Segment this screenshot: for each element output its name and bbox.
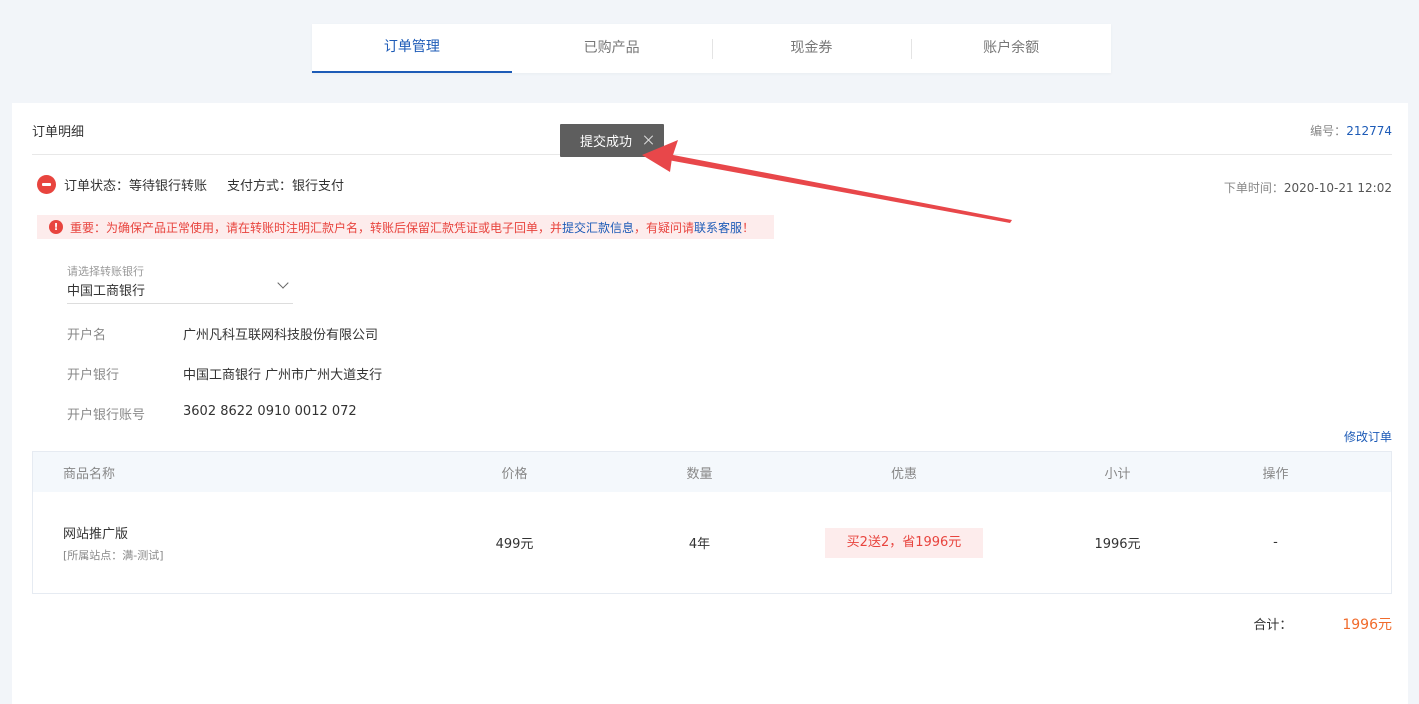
order-time-label: 下单时间： xyxy=(1223,181,1284,195)
success-toast: 提交成功 xyxy=(560,124,664,157)
page-title: 订单明细 xyxy=(32,125,85,140)
account-number-row: 开户银行账号 3602 8622 0910 0012 072 xyxy=(67,404,357,423)
order-number: 编号：212774 xyxy=(1310,122,1392,139)
warning-banner: ! 重要：为确保产品正常使用，请在转账时注明汇款户名，转账后保留汇款凭证或电子回… xyxy=(37,215,774,239)
account-bank-value: 中国工商银行 广州市广州大道支行 xyxy=(183,368,383,383)
order-detail-panel: 订单明细 编号：212774 订单状态：等待银行转账 支付方式：银行支付 下单时… xyxy=(12,103,1408,704)
price-cell: 499元 xyxy=(495,537,534,552)
order-status: 订单状态：等待银行转账 xyxy=(64,179,208,194)
modify-order-link[interactable]: 修改订单 xyxy=(1344,428,1392,445)
table-header: 商品名称 价格 数量 优惠 小计 操作 xyxy=(33,452,1391,492)
quantity-cell: 4年 xyxy=(688,537,711,552)
col-header-action: 操作 xyxy=(1262,466,1289,482)
account-name-label: 开户名 xyxy=(67,328,107,343)
minus-circle-icon xyxy=(37,175,56,194)
bank-select-label: 请选择转账银行 xyxy=(67,265,144,278)
order-status-row: 订单状态：等待银行转账 支付方式：银行支付 xyxy=(37,175,344,194)
account-bank-label: 开户银行 xyxy=(67,368,120,383)
product-cell: 网站推广版 [所属站点：满-测试] xyxy=(33,523,363,563)
order-items-table: 商品名称 价格 数量 优惠 小计 操作 网站推广版 [所属站点：满-测试] 49… xyxy=(32,451,1392,594)
warning-text-1: 重要：为确保产品正常使用，请在转账时注明汇款户名，转账后保留汇款凭证或电子回单，… xyxy=(70,220,563,235)
product-name: 网站推广版 xyxy=(63,526,129,542)
chevron-down-icon xyxy=(277,277,289,289)
submit-remittance-link[interactable]: 提交汇款信息 xyxy=(562,219,634,236)
col-header-qty: 数量 xyxy=(686,466,713,482)
product-site: [所属站点：满-测试] xyxy=(63,548,164,562)
col-header-subtotal: 小计 xyxy=(1104,466,1131,482)
total-value: 1996元 xyxy=(1342,617,1392,633)
discount-cell: 买2送2，省1996元 xyxy=(733,527,1075,558)
bank-select[interactable]: 请选择转账银行 中国工商银行 xyxy=(67,263,293,304)
tab-purchased-products[interactable]: 已购产品 xyxy=(512,24,712,73)
col-header-name: 商品名称 xyxy=(63,466,116,482)
panel-header: 订单明细 编号：212774 xyxy=(32,103,1392,155)
exclamation-icon: ! xyxy=(49,220,63,234)
account-name-value: 广州凡科互联网科技股份有限公司 xyxy=(183,328,379,343)
col-header-price: 价格 xyxy=(501,466,528,482)
toast-text: 提交成功 xyxy=(580,135,633,150)
tab-account-balance[interactable]: 账户余额 xyxy=(911,24,1111,73)
col-header-discount: 优惠 xyxy=(890,466,917,482)
account-bank-row: 开户银行 中国工商银行 广州市广州大道支行 xyxy=(67,364,382,383)
account-name-row: 开户名 广州凡科互联网科技股份有限公司 xyxy=(67,324,378,343)
total-label: 合计： xyxy=(1253,618,1293,633)
close-icon[interactable] xyxy=(644,135,654,145)
subtotal-cell: 1996元 xyxy=(1094,537,1141,552)
bank-select-value: 中国工商银行 xyxy=(67,284,146,299)
account-number-value: 3602 8622 0910 0012 072 xyxy=(183,404,357,419)
order-number-label: 编号： xyxy=(1310,124,1347,138)
account-number-label: 开户银行账号 xyxy=(67,408,146,423)
order-time-value: 2020-10-21 12:02 xyxy=(1283,181,1392,195)
order-time: 下单时间：2020-10-21 12:02 xyxy=(1224,179,1392,196)
payment-method: 支付方式：银行支付 xyxy=(227,179,345,194)
contact-support-link[interactable]: 联系客服 xyxy=(694,219,742,236)
order-number-value: 212774 xyxy=(1346,124,1392,138)
order-total: 合计： 1996元 xyxy=(1253,614,1392,634)
tab-order-management[interactable]: 订单管理 xyxy=(312,24,512,73)
table-row: 网站推广版 [所属站点：满-测试] 499元 4年 买2送2，省1996元 19… xyxy=(33,492,1391,593)
action-cell: - xyxy=(1273,535,1278,550)
tab-bar: 订单管理 已购产品 现金券 账户余额 xyxy=(312,24,1111,73)
promo-badge: 买2送2，省1996元 xyxy=(824,527,984,558)
warning-text-2: ，有疑问请 xyxy=(634,220,695,235)
tab-cash-coupons[interactable]: 现金券 xyxy=(711,24,912,73)
warning-text-3: ！ xyxy=(742,220,755,235)
